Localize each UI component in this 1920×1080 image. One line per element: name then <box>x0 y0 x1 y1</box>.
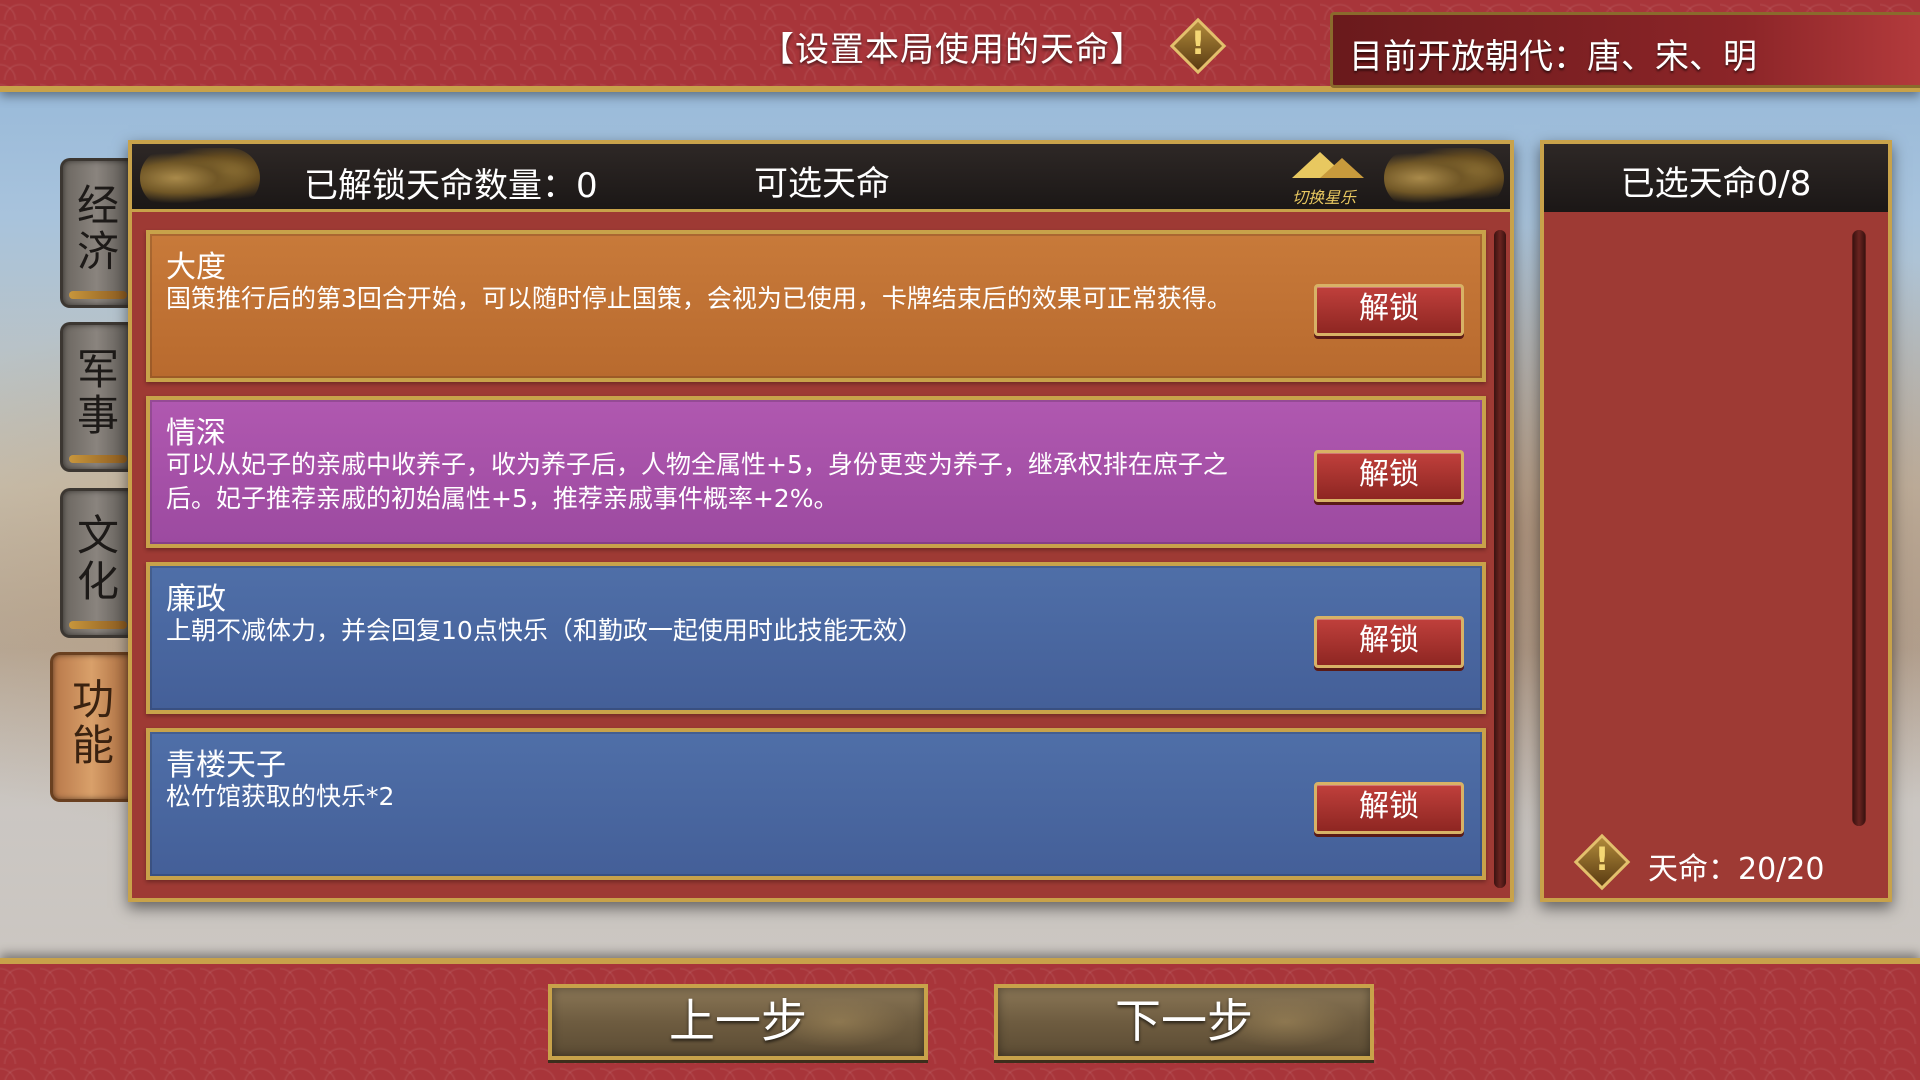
mandate-name: 情深 <box>166 416 226 451</box>
mandate-description: 松竹馆获取的快乐*2 <box>166 782 395 811</box>
mandate-warning-icon[interactable]: ! <box>1573 833 1631 891</box>
mandate-card: 情深 可以从妃子的亲戚中收养子，收为养子后，人物全属性+5，身份更变为养子，继承… <box>146 396 1486 548</box>
page-title: 【设置本局使用的天命】 <box>760 30 1145 70</box>
selected-mandate-panel: 已选天命0/8 ! 天命：20/20 <box>1540 140 1892 902</box>
main-scrollbar[interactable] <box>1494 230 1506 888</box>
bottom-bar <box>0 958 1920 1080</box>
tab-military[interactable]: 军事 <box>60 322 130 472</box>
mandate-card: 青楼天子 松竹馆获取的快乐*2 解锁 <box>146 728 1486 880</box>
unlock-button[interactable]: 解锁 <box>1314 782 1464 834</box>
tab-culture-label: 文化 <box>76 511 119 606</box>
unlocked-count: 已解锁天命数量：0 <box>304 166 598 206</box>
tab-culture[interactable]: 文化 <box>60 488 130 638</box>
tab-function-label: 功能 <box>71 675 114 770</box>
prev-step-button[interactable]: 上一步 <box>548 984 928 1060</box>
switch-button[interactable]: 切换星乐 <box>1272 150 1376 207</box>
right-panel-header: 已选天命0/8 <box>1544 144 1888 212</box>
right-scrollbar[interactable] <box>1852 230 1866 826</box>
mandate-name: 大度 <box>166 250 226 285</box>
dynasty-info-box: 目前开放朝代：唐、宋、明 <box>1330 12 1920 88</box>
unlock-button[interactable]: 解锁 <box>1314 616 1464 668</box>
tab-economy[interactable]: 经济 <box>60 158 130 308</box>
mandate-description: 上朝不减体力，并会回复10点快乐（和勤政一起使用时此技能无效） <box>166 616 923 645</box>
warning-icon[interactable]: ! <box>1169 17 1227 75</box>
prev-step-label: 上一步 <box>669 994 807 1048</box>
top-bar: 【设置本局使用的天命】 ! 目前开放朝代：唐、宋、明 <box>0 0 1920 92</box>
next-step-label: 下一步 <box>1115 994 1253 1048</box>
mandate-points: 天命：20/20 <box>1648 852 1825 887</box>
next-step-button[interactable]: 下一步 <box>994 984 1374 1060</box>
tab-economy-label: 经济 <box>76 181 119 276</box>
mandate-card: 大度 国策推行后的第3回合开始，可以随时停止国策，会视为已使用，卡牌结束后的效果… <box>146 230 1486 382</box>
dragon-ornament-left <box>140 148 260 208</box>
selected-count: 已选天命0/8 <box>1620 164 1812 204</box>
mandate-description: 国策推行后的第3回合开始，可以随时停止国策，会视为已使用，卡牌结束后的效果可正常… <box>166 284 1232 313</box>
tab-function[interactable]: 功能 <box>50 652 130 802</box>
dragon-ornament-right <box>1384 148 1504 208</box>
right-scrollbar-thumb[interactable] <box>1853 230 1865 826</box>
optional-mandate-panel: 已解锁天命数量：0 可选天命 切换星乐 大度 国策推行后的第3回合开始，可以随时… <box>128 140 1514 902</box>
dynasty-info: 目前开放朝代：唐、宋、明 <box>1349 37 1757 77</box>
tab-military-label: 军事 <box>76 345 119 440</box>
main-panel-header: 已解锁天命数量：0 可选天命 切换星乐 <box>132 144 1510 212</box>
switch-label: 切换星乐 <box>1291 188 1356 207</box>
panel-title: 可选天命 <box>754 164 890 204</box>
mandate-description: 可以从妃子的亲戚中收养子，收为养子后，人物全属性+5，身份更变为养子，继承权排在… <box>166 450 1228 513</box>
mandate-name: 廉政 <box>166 582 226 617</box>
unlock-button[interactable]: 解锁 <box>1314 450 1464 502</box>
main-scrollbar-thumb[interactable] <box>1494 230 1506 888</box>
mandate-card: 廉政 上朝不减体力，并会回复10点快乐（和勤政一起使用时此技能无效） 解锁 <box>146 562 1486 714</box>
mandate-name: 青楼天子 <box>166 748 286 783</box>
unlock-button[interactable]: 解锁 <box>1314 284 1464 336</box>
